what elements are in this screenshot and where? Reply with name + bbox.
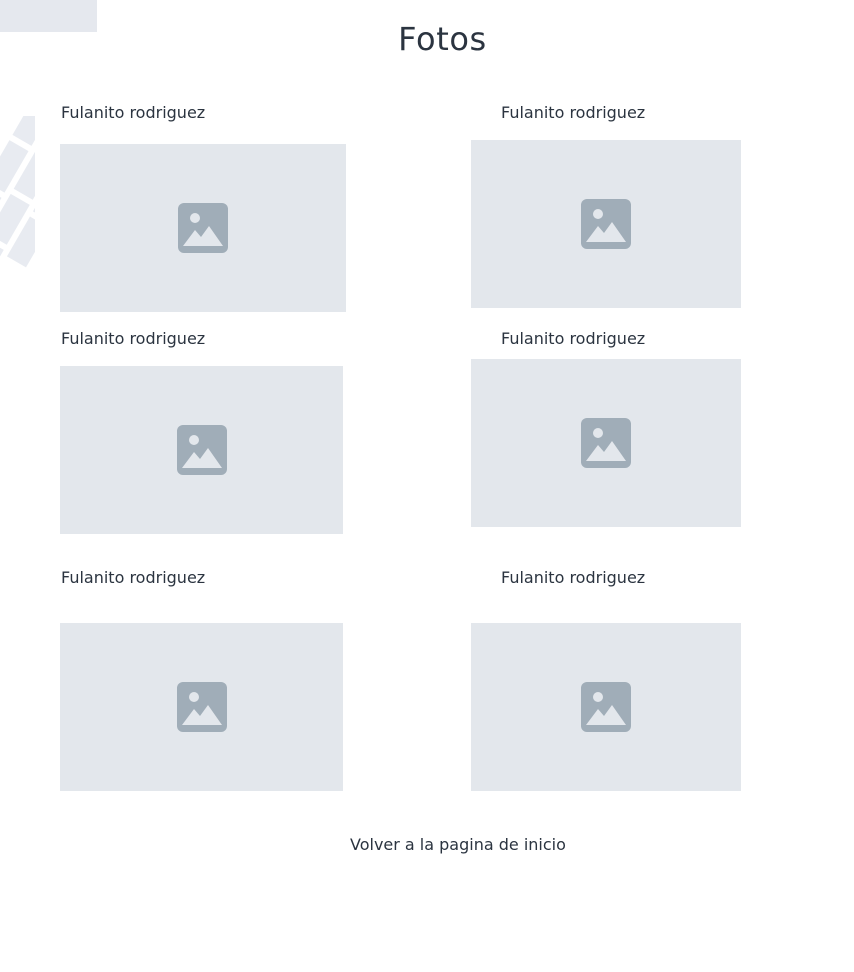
photo-caption: Fulanito rodriguez	[501, 568, 646, 587]
page-title: Fotos	[398, 20, 487, 58]
image-placeholder-icon	[581, 418, 631, 468]
photo-placeholder[interactable]	[60, 144, 346, 312]
photo-caption: Fulanito rodriguez	[501, 103, 646, 122]
photo-caption: Fulanito rodriguez	[61, 329, 206, 348]
image-placeholder-icon	[581, 682, 631, 732]
photo-placeholder[interactable]	[60, 623, 343, 791]
back-to-home-link[interactable]: Volver a la pagina de inicio	[350, 835, 566, 855]
image-placeholder-icon	[178, 203, 228, 253]
image-placeholder-icon	[176, 682, 227, 732]
photo-placeholder[interactable]	[60, 366, 343, 534]
photo-caption: Fulanito rodriguez	[61, 103, 206, 122]
image-placeholder-icon	[581, 199, 631, 249]
photo-placeholder[interactable]	[471, 359, 741, 527]
photo-caption: Fulanito rodriguez	[501, 329, 646, 348]
image-placeholder-icon	[176, 425, 227, 475]
photo-placeholder[interactable]	[471, 140, 741, 308]
photo-caption: Fulanito rodriguez	[61, 568, 206, 587]
photo-placeholder[interactable]	[471, 623, 741, 791]
map-pattern-decoration	[0, 116, 35, 286]
